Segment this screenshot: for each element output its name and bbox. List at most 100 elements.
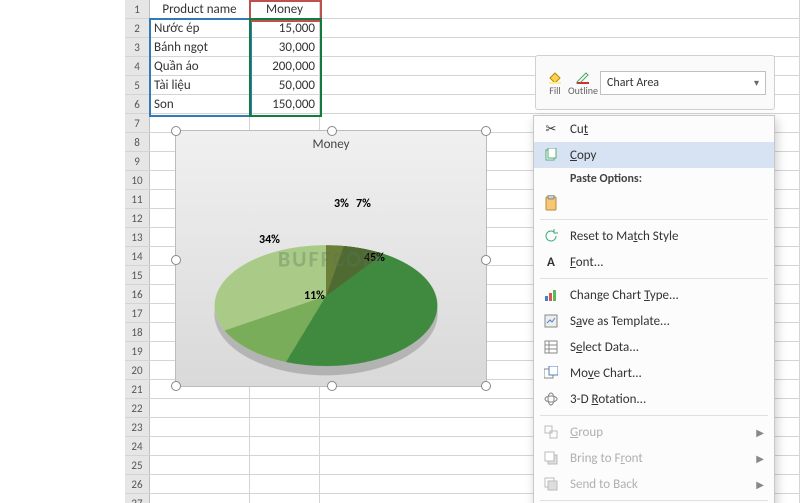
select-data-icon (542, 338, 560, 356)
chart-title[interactable]: Money (176, 137, 486, 152)
submenu-arrow-icon: ▶ (756, 426, 764, 439)
separator (540, 278, 768, 279)
menu-font[interactable]: A Font... (534, 249, 774, 275)
move-chart-icon (542, 364, 560, 382)
pie-label: 7% (356, 197, 371, 211)
row-header[interactable]: 21 (125, 380, 150, 398)
context-menu: ✂ Cut Copy Paste Options: Reset to Match… (533, 115, 775, 503)
menu-reset-style[interactable]: Reset to Match Style (534, 223, 774, 249)
fill-button[interactable]: Fill (544, 69, 566, 97)
row-header[interactable]: 2 (125, 19, 150, 37)
menu-group: Group ▶ (534, 419, 774, 445)
menu-send-back: Send to Back ▶ (534, 471, 774, 497)
cell-money[interactable]: 15,000 (250, 19, 320, 37)
resize-handle[interactable] (481, 255, 491, 265)
paint-bucket-icon (547, 69, 563, 84)
menu-3d-rotation[interactable]: 3-D Rotation... (534, 386, 774, 412)
outline-button[interactable]: Outline (572, 69, 594, 97)
row-header[interactable]: 14 (125, 247, 150, 265)
submenu-arrow-icon: ▶ (756, 478, 764, 491)
chevron-down-icon: ▾ (754, 76, 759, 89)
row-header[interactable]: 5 (125, 76, 150, 94)
resize-handle[interactable] (481, 126, 491, 136)
resize-handle[interactable] (327, 126, 337, 136)
row-header[interactable]: 20 (125, 361, 150, 379)
row-header[interactable]: 23 (125, 418, 150, 436)
row-header[interactable]: 25 (125, 456, 150, 474)
send-back-icon (542, 475, 560, 493)
row-header[interactable]: 11 (125, 190, 150, 208)
row-header[interactable]: 16 (125, 285, 150, 303)
row-header[interactable]: 18 (125, 323, 150, 341)
row-header[interactable]: 22 (125, 399, 150, 417)
submenu-arrow-icon: ▶ (756, 452, 764, 465)
row-header[interactable]: 19 (125, 342, 150, 360)
pen-outline-icon (575, 69, 591, 84)
row-header[interactable]: 13 (125, 228, 150, 246)
separator (540, 500, 768, 501)
fill-label: Fill (549, 84, 560, 97)
save-template-icon (542, 312, 560, 330)
menu-save-template[interactable]: Save as Template... (534, 308, 774, 334)
pie-label: 3% (334, 197, 349, 211)
embedded-chart[interactable]: Money 3% 7% 45% 11% 34% BUFFCOM (175, 130, 487, 387)
row-header[interactable]: 12 (125, 209, 150, 227)
row-header[interactable]: 6 (125, 95, 150, 113)
resize-handle[interactable] (327, 381, 337, 391)
cell-name[interactable]: Quần áo (150, 57, 250, 75)
row-header[interactable]: 4 (125, 57, 150, 75)
col-header-product[interactable]: Product name (150, 0, 250, 18)
row-header[interactable]: 9 (125, 152, 150, 170)
cell-name[interactable]: Nước ép (150, 19, 250, 37)
group-icon (542, 423, 560, 441)
scissors-icon: ✂ (542, 120, 560, 138)
font-icon: A (542, 253, 560, 271)
menu-move-chart[interactable]: Move Chart... (534, 360, 774, 386)
menu-cut[interactable]: ✂ Cut (534, 116, 774, 142)
pie-label: 34% (259, 233, 280, 247)
pie-label: 45% (364, 251, 385, 265)
menu-bring-front: Bring to Front ▶ (534, 445, 774, 471)
cell-money[interactable]: 200,000 (250, 57, 320, 75)
copy-icon (542, 146, 560, 164)
pie-label: 11% (304, 289, 325, 303)
cell-name[interactable]: Bánh ngọt (150, 38, 250, 56)
row-header[interactable]: 10 (125, 171, 150, 189)
separator (540, 219, 768, 220)
paste-options-header: Paste Options: (534, 168, 774, 190)
bring-front-icon (542, 449, 560, 467)
resize-handle[interactable] (481, 381, 491, 391)
row-header[interactable]: 15 (125, 266, 150, 284)
row-header[interactable]: 27 (125, 494, 150, 503)
menu-copy[interactable]: Copy (534, 142, 774, 168)
chart-type-icon (542, 286, 560, 304)
resize-handle[interactable] (171, 255, 181, 265)
reset-icon (542, 227, 560, 245)
row-header[interactable]: 26 (125, 475, 150, 493)
cell-money[interactable]: 150,000 (250, 95, 320, 113)
combo-value: Chart Area (607, 76, 659, 90)
rotation-3d-icon (542, 390, 560, 408)
menu-select-data[interactable]: Select Data... (534, 334, 774, 360)
cell-name[interactable]: Son (150, 95, 250, 113)
row-header[interactable]: 7 (125, 114, 150, 132)
clipboard-icon (542, 194, 560, 212)
menu-paste-option[interactable] (534, 190, 774, 216)
cell-name[interactable]: Tài liệu (150, 76, 250, 94)
mini-toolbar[interactable]: Fill Outline Chart Area ▾ (535, 55, 775, 110)
pie-plot[interactable] (216, 186, 436, 356)
row-header[interactable]: 1 (125, 0, 150, 18)
cell-money[interactable]: 30,000 (250, 38, 320, 56)
separator (540, 415, 768, 416)
row-header[interactable]: 17 (125, 304, 150, 322)
menu-change-chart-type[interactable]: Change Chart Type... (534, 282, 774, 308)
outline-label: Outline (568, 84, 598, 97)
chart-element-combo[interactable]: Chart Area ▾ (600, 71, 766, 95)
cell-money[interactable]: 50,000 (250, 76, 320, 94)
row-header[interactable]: 3 (125, 38, 150, 56)
resize-handle[interactable] (171, 126, 181, 136)
col-header-money[interactable]: Money (250, 0, 320, 18)
row-header[interactable]: 24 (125, 437, 150, 455)
resize-handle[interactable] (171, 381, 181, 391)
row-header[interactable]: 8 (125, 133, 150, 151)
